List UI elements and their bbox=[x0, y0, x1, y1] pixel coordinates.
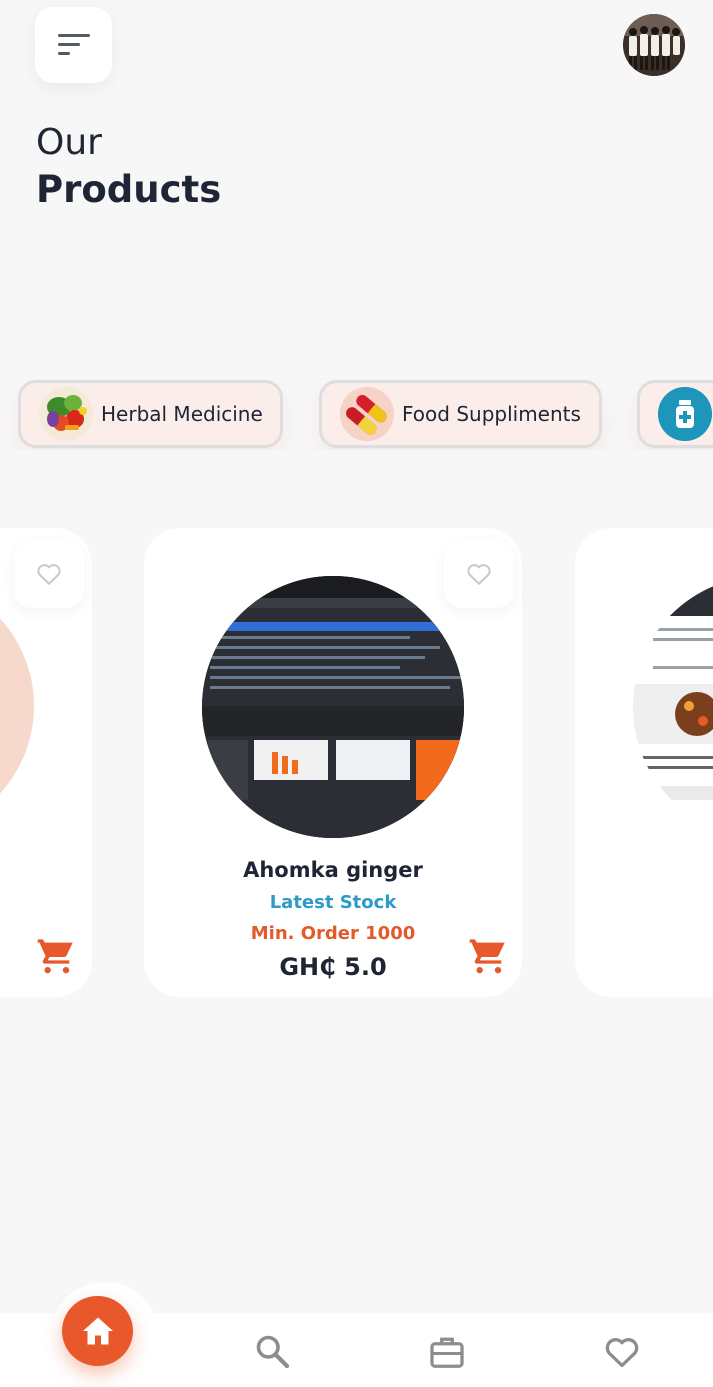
sort-menu-icon bbox=[57, 34, 90, 55]
product-name: Ahomka ginger bbox=[243, 858, 423, 882]
product-card[interactable]: Ahomka ginger Latest Stock Min. Order 10… bbox=[144, 528, 522, 997]
nav-home-button[interactable] bbox=[62, 1296, 133, 1366]
heart-icon bbox=[37, 564, 61, 586]
heart-icon bbox=[467, 564, 491, 586]
favorite-button[interactable] bbox=[14, 540, 84, 608]
vegetables-icon bbox=[39, 387, 93, 441]
product-image bbox=[0, 576, 34, 836]
favorite-button[interactable] bbox=[444, 540, 514, 608]
category-label: Food Suppliments bbox=[402, 402, 581, 426]
product-card-next[interactable]: pe L M ( bbox=[575, 528, 713, 997]
category-chip-herbal-medicine[interactable]: Herbal Medicine bbox=[18, 380, 283, 448]
product-min-order: M bbox=[505, 923, 713, 944]
avatar[interactable] bbox=[623, 14, 685, 76]
product-carousel[interactable]: Ahomka ginger Latest Stock Min. Order 10… bbox=[0, 528, 713, 998]
product-name: pe bbox=[505, 858, 713, 882]
product-image bbox=[202, 576, 464, 838]
category-chip-food-suppliments[interactable]: Food Suppliments bbox=[319, 380, 602, 448]
product-image bbox=[633, 576, 713, 838]
category-label: Herbal Medicine bbox=[101, 402, 263, 426]
heart-icon[interactable] bbox=[604, 1334, 640, 1370]
page-title-prefix: Our bbox=[36, 122, 102, 163]
medicine-bottle-icon bbox=[658, 387, 712, 441]
category-chip-medicine[interactable] bbox=[637, 380, 713, 448]
product-stock-status: L bbox=[505, 892, 713, 913]
cart-icon[interactable] bbox=[468, 936, 508, 976]
product-price: ( bbox=[505, 953, 713, 981]
category-list[interactable]: Herbal Medicine Food Suppliments bbox=[0, 378, 713, 450]
product-stock-status: Latest Stock bbox=[269, 892, 397, 913]
briefcase-icon[interactable] bbox=[429, 1334, 465, 1370]
product-price: GH₵ 5.0 bbox=[279, 953, 387, 981]
page-title: Products bbox=[36, 168, 222, 211]
home-icon bbox=[82, 1317, 113, 1345]
cart-icon[interactable] bbox=[36, 936, 76, 976]
user-avatar bbox=[623, 14, 685, 76]
menu-button[interactable] bbox=[35, 7, 112, 83]
product-min-order: Min. Order 1000 bbox=[250, 923, 416, 944]
search-icon[interactable] bbox=[254, 1333, 290, 1369]
product-card-previous[interactable] bbox=[0, 528, 92, 997]
capsule-pill-icon bbox=[340, 387, 394, 441]
